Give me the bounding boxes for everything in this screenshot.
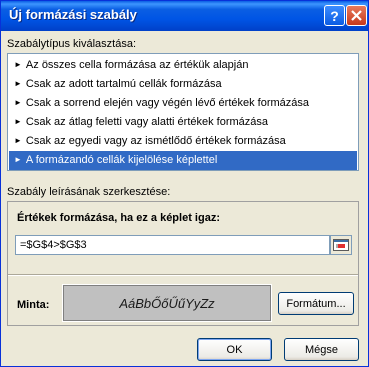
triangle-right-icon: ► <box>14 155 22 164</box>
triangle-right-icon: ► <box>14 117 22 126</box>
format-preview: AáBbŐőŰűYyZz <box>62 284 272 322</box>
ok-button[interactable]: OK <box>197 338 272 361</box>
rule-type-item[interactable]: ► Csak a sorrend elején vagy végén lévő é… <box>9 94 357 113</box>
triangle-right-icon: ► <box>14 98 22 107</box>
cancel-button[interactable]: Mégse <box>284 338 359 361</box>
help-button[interactable]: ? <box>324 5 345 26</box>
new-formatting-rule-dialog: Új formázási szabály ? Szabálytípus kivá… <box>0 0 369 367</box>
triangle-right-icon: ► <box>14 79 22 88</box>
divider <box>8 274 358 276</box>
sample-label: Minta: <box>17 299 50 311</box>
rule-type-item[interactable]: ► Az összes cella formázása az értékük al… <box>9 56 357 75</box>
dialog-title: Új formázási szabály <box>9 7 137 22</box>
format-button[interactable]: Formátum... <box>278 292 354 315</box>
collapse-dialog-icon <box>333 239 349 251</box>
triangle-right-icon: ► <box>14 136 22 145</box>
rule-type-item[interactable]: ► Csak az átlag feletti vagy alatti érték… <box>9 113 357 132</box>
formula-heading: Értékek formázása, ha ez a képlet igaz: <box>17 212 220 224</box>
rule-type-label: Szabálytípus kiválasztása: <box>7 38 137 50</box>
close-button[interactable] <box>346 5 367 26</box>
title-bar[interactable]: Új formázási szabály ? <box>1 1 368 31</box>
range-selector-button[interactable] <box>330 235 352 255</box>
formula-input[interactable]: =$G$4>$G$3 <box>15 235 330 255</box>
rule-type-item-selected[interactable]: ► A formázandó cellák kijelölése képlette… <box>9 151 357 170</box>
rule-type-list[interactable]: ► Az összes cella formázása az értékük al… <box>7 53 359 171</box>
close-icon <box>351 10 362 21</box>
triangle-right-icon: ► <box>14 60 22 69</box>
rule-type-item[interactable]: ► Csak az adott tartalmú cellák formázása <box>9 75 357 94</box>
rule-type-item[interactable]: ► Csak az egyedi vagy az ismétlődő értéke… <box>9 132 357 151</box>
rule-description-label: Szabály leírásának szerkesztése: <box>7 186 171 198</box>
rule-description-panel: Értékek formázása, ha ez a képlet igaz: … <box>7 201 359 326</box>
